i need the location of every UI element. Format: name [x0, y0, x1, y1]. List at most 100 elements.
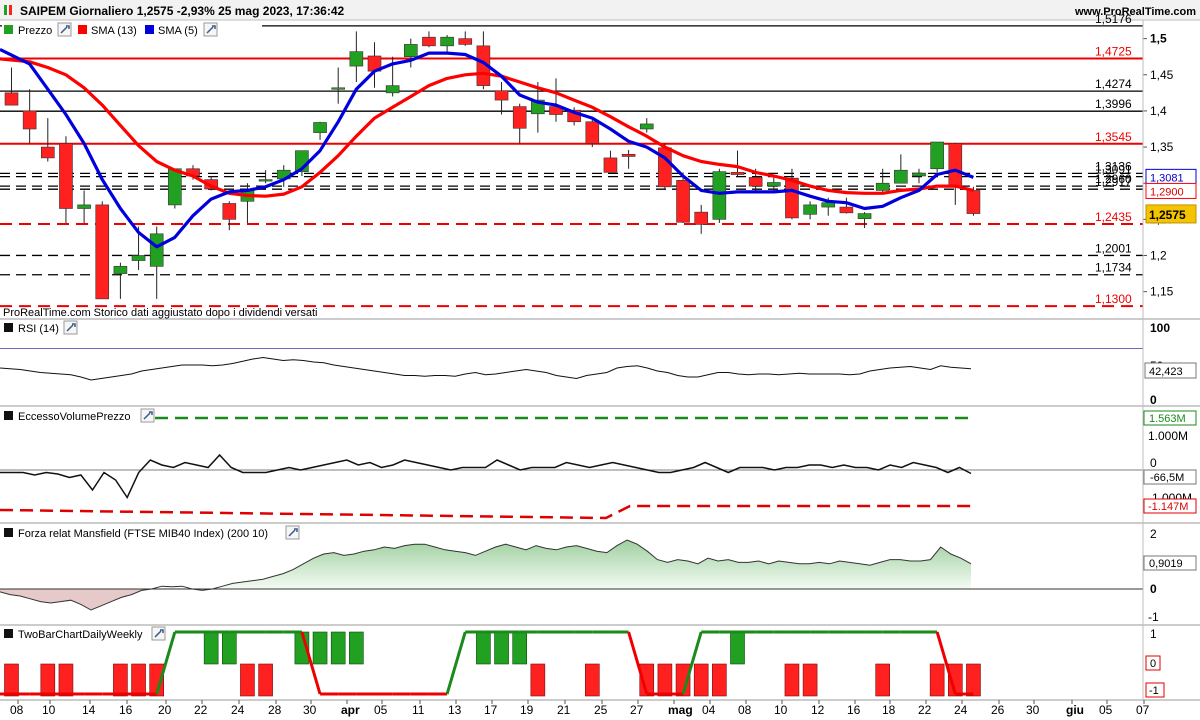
candle-body — [821, 202, 836, 208]
volume-legend[interactable]: EccessoVolumePrezzo — [4, 408, 155, 423]
time-tick-label-7: 28 — [268, 703, 282, 717]
volume-tick-1000m: 1.000M — [1148, 429, 1188, 443]
twobar-down-bar-25 — [784, 663, 800, 697]
time-tick-label-22: 12 — [811, 703, 825, 717]
time-tick-label-13: 17 — [484, 703, 498, 717]
wrench-icon[interactable] — [203, 22, 218, 37]
time-tick-label-8: 30 — [303, 703, 317, 717]
sma13-color-swatch — [78, 25, 87, 34]
levels-layer: 1,51761,47251,42741,39961,35451,31361,30… — [0, 12, 1143, 308]
wrench-icon[interactable] — [57, 22, 72, 37]
candle-body — [440, 36, 454, 47]
candle-52 — [948, 142, 963, 205]
time-tick-label-6: 24 — [231, 703, 245, 717]
mansfield-tick-2: 2 — [1150, 527, 1157, 541]
candle-body — [912, 172, 926, 177]
wrench-icon[interactable] — [140, 408, 155, 423]
time-tick-label-15: 21 — [557, 703, 571, 717]
candle-17 — [313, 121, 327, 140]
rsi-value: 42,423 — [1149, 366, 1183, 378]
mansfield-layer — [0, 539, 1143, 611]
twobar-down-bar-22 — [693, 663, 709, 697]
candle-body — [222, 203, 237, 220]
candle-body — [168, 168, 182, 206]
time-tick-label-2: 14 — [82, 703, 96, 717]
time-tick-label-31: 07 — [1136, 703, 1150, 717]
twobar-down-bar-18 — [584, 663, 600, 697]
candle-body — [930, 141, 944, 170]
candle-44 — [803, 201, 817, 220]
volume-label[interactable]: EccessoVolumePrezzo — [18, 411, 131, 423]
candle-20 — [367, 42, 382, 88]
mansfield-label[interactable]: Forza relat Mansfield (FTSE MIB40 Index)… — [18, 528, 268, 540]
time-tick-label-29: giu — [1066, 703, 1084, 717]
time-tick-label-5: 22 — [194, 703, 208, 717]
legend-price[interactable]: Prezzo — [18, 25, 52, 37]
twobar-tick-1: 1 — [1150, 627, 1157, 641]
mansfield-panel[interactable]: Forza relat Mansfield (FTSE MIB40 Index)… — [0, 522, 1200, 624]
wrench-icon[interactable] — [63, 320, 78, 335]
price-chart[interactable]: SAIPEM Giornaliero 1,2575 -2,93% 25 mag … — [0, 0, 1200, 720]
candle-body — [803, 204, 817, 215]
candle-18 — [331, 67, 346, 104]
candle-body — [385, 85, 400, 94]
mansfield-value: 0,9019 — [1149, 558, 1183, 570]
site-link[interactable]: www.ProRealTime.com — [1074, 6, 1196, 18]
time-tick-label-18: mag — [668, 703, 693, 717]
wrench-icon[interactable] — [151, 626, 166, 641]
volume-excess-panel[interactable]: EccessoVolumePrezzo 1.000M 0 -1.000M 1.5… — [0, 405, 1200, 520]
price-tick-label-7: 1,15 — [1150, 285, 1174, 299]
twobar-down-bar-2 — [58, 663, 74, 697]
price-tick-label-6: 1,2 — [1150, 249, 1167, 263]
twobar-legend[interactable]: TwoBarChartDailyWeekly — [2, 626, 168, 641]
twobar-label[interactable]: TwoBarChartDailyWeekly — [18, 629, 143, 641]
rsi-line — [0, 356, 972, 381]
mansfield-legend[interactable]: Forza relat Mansfield (FTSE MIB40 Index)… — [4, 525, 300, 540]
rsi-value-box: 42,423 — [1144, 362, 1197, 379]
candles-layer — [4, 31, 981, 300]
time-tick-label-25: 22 — [918, 703, 932, 717]
twobar-up-bar-6 — [203, 631, 219, 665]
volume-value-box: -66,5M — [1143, 469, 1197, 485]
candle-1 — [22, 89, 37, 144]
candle-48 — [875, 168, 890, 195]
candle-34 — [621, 149, 636, 169]
twobar-layer — [0, 630, 981, 697]
twobar-down-bar-27 — [875, 663, 891, 697]
rsi-label[interactable]: RSI (14) — [18, 323, 59, 335]
candle-body — [785, 177, 799, 219]
level-label-0: 1,5176 — [1095, 12, 1132, 26]
candle-50 — [912, 168, 926, 184]
twobar-signal-segment-24 — [445, 631, 467, 695]
sma5-value: 1,3081 — [1150, 172, 1184, 184]
legend-sma13[interactable]: SMA (13) — [91, 25, 137, 37]
level-label-8: 1,2917 — [1095, 175, 1132, 189]
twobar-down-bar-1 — [40, 663, 56, 697]
rsi-tick-0: 0 — [1150, 393, 1157, 407]
price-legend[interactable]: Prezzo SMA (13) SMA (5) — [2, 22, 262, 38]
level-label-10: 1,2001 — [1095, 241, 1132, 255]
rsi-legend[interactable]: RSI (14) — [4, 320, 78, 335]
time-axis[interactable]: 08 10 14 16 20 22 24 28 30 apr 05 11 13 17 19 21 25 27 mag… — [0, 699, 1200, 717]
level-label-9: 1,2435 — [1095, 210, 1132, 224]
volume-lower-band — [0, 504, 972, 520]
price-panel[interactable]: 1,51761,47251,42741,39961,35451,31361,30… — [0, 12, 1197, 319]
twobar-down-bar-4 — [131, 663, 146, 697]
candle-27 — [494, 82, 509, 115]
sma5-value-box: 1,3081 — [1145, 168, 1197, 185]
candle-body — [694, 211, 709, 225]
candle-25 — [458, 31, 473, 46]
rsi-panel[interactable]: RSI (14) 100 50 0 42,423 — [0, 318, 1200, 407]
candle-24 — [440, 35, 454, 54]
price-tick-label-1: 1,45 — [1150, 68, 1174, 82]
legend-sma5[interactable]: SMA (5) — [158, 25, 198, 37]
twobar-panel[interactable]: TwoBarChartDailyWeekly 1 0 -1 — [0, 624, 1200, 698]
time-tick-label-12: 13 — [448, 703, 462, 717]
time-tick-label-26: 24 — [954, 703, 968, 717]
wrench-icon[interactable] — [285, 525, 300, 540]
time-tick-label-19: 04 — [702, 703, 716, 717]
candle-body — [458, 38, 473, 45]
chart-title: SAIPEM Giornaliero 1,2575 -2,93% 25 mag … — [20, 4, 344, 18]
twobar-down-bar-0 — [4, 663, 19, 697]
candle-39 — [712, 168, 727, 223]
